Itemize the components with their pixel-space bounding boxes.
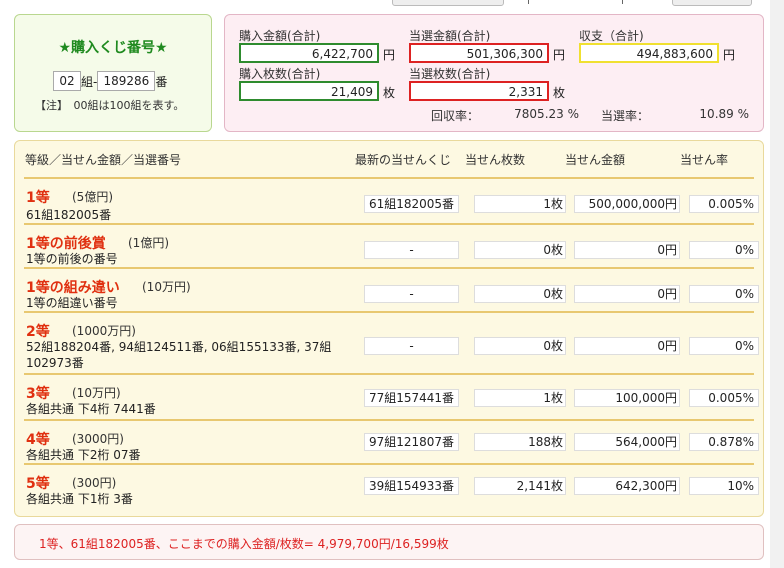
win-rate-label: 当選率：: [601, 109, 650, 123]
win-count: 1枚: [474, 195, 566, 213]
header-amount: 当せん金額: [565, 153, 626, 167]
win-rate: 0%: [689, 337, 759, 355]
prize-amount: (10万円): [72, 386, 121, 400]
latest-ticket: 97組121807番: [364, 433, 459, 451]
prize-amount: (5億円): [72, 190, 113, 204]
prize-name: 3等: [26, 386, 50, 402]
prize-amount: (1000万円): [72, 324, 136, 338]
prize-desc: 1等の前後の番号: [26, 252, 118, 266]
header-rate: 当せん率: [680, 153, 729, 167]
top-button-remnant[interactable]: [672, 0, 752, 6]
ticket-number-row: 02 組- 189286 番: [53, 70, 167, 92]
count-unit: 枚: [553, 86, 566, 100]
header-latest: 最新の当せんくじ: [355, 153, 452, 167]
prize-name: 2等: [26, 324, 50, 340]
win-count: 1枚: [474, 389, 566, 407]
prize-row-1-group-diff: 1等の組み違い (10万円) 1等の組違い番号 - 0枚 0円 0%: [24, 267, 759, 313]
prize-desc-line2: 102973番: [26, 356, 84, 370]
win-count: 188枚: [474, 433, 566, 451]
number-suffix: 番: [155, 74, 168, 89]
win-amount: 0円: [574, 337, 680, 355]
group-suffix: 組-: [81, 74, 98, 89]
latest-ticket: -: [364, 285, 459, 303]
prize-desc: 各組共通 下2桁 07番: [26, 448, 141, 462]
win-amount: 0円: [574, 285, 680, 303]
top-toolbar-remnant: [0, 0, 784, 8]
purchase-count-label: 購入枚数(合計): [239, 67, 321, 81]
group-input[interactable]: 02: [53, 71, 81, 91]
status-message: 1等、61組182005番、ここまでの購入金額/枚数= 4,979,700円/1…: [39, 537, 449, 551]
win-rate: 0.005%: [689, 195, 759, 213]
winning-count-field: 2,331: [409, 81, 549, 101]
return-rate-label: 回収率：: [431, 109, 480, 123]
prize-amount: (1億円): [128, 236, 169, 250]
ticket-note: 【注】 00組は100組を表す。: [35, 99, 185, 112]
prize-desc: 各組共通 下4桁 7441番: [26, 402, 156, 416]
winning-amount-field: 501,306,300: [409, 43, 549, 63]
return-rate-value: 7805.23 %: [514, 107, 579, 121]
count-unit: 枚: [383, 86, 396, 100]
prize-name: 1等の組み違い: [26, 280, 120, 296]
winning-amount-label: 当選金額(合計): [409, 29, 491, 43]
win-rate-value: 10.89 %: [699, 107, 749, 121]
prize-amount: (3000円): [72, 432, 124, 446]
purchase-amount-field: 6,422,700: [239, 43, 379, 63]
prize-name: 4等: [26, 432, 50, 448]
win-count: 2,141枚: [474, 477, 566, 495]
status-panel: 1等、61組182005番、ここまでの購入金額/枚数= 4,979,700円/1…: [14, 524, 764, 560]
prize-name: 5等: [26, 476, 50, 492]
win-rate: 0%: [689, 285, 759, 303]
latest-ticket: 77組157441番: [364, 389, 459, 407]
win-count: 0枚: [474, 241, 566, 259]
latest-ticket: -: [364, 241, 459, 259]
prize-name: 1等の前後賞: [26, 236, 106, 252]
latest-ticket: -: [364, 337, 459, 355]
purchase-count-field: 21,409: [239, 81, 379, 101]
prize-desc: 1等の組違い番号: [26, 296, 118, 310]
win-amount: 642,300円: [574, 477, 680, 495]
prize-table-panel: 等級／当せん金額／当選番号 最新の当せんくじ 当せん枚数 当せん金額 当せん率 …: [14, 140, 764, 517]
purchase-amount-label: 購入金額(合計): [239, 29, 321, 43]
win-rate: 0.005%: [689, 389, 759, 407]
win-amount: 100,000円: [574, 389, 680, 407]
totals-panel: 購入金額(合計) 6,422,700 円 当選金額(合計) 501,306,30…: [224, 14, 764, 132]
separator: [622, 0, 629, 4]
vertical-scrollbar[interactable]: [770, 0, 784, 568]
prize-amount: (300円): [72, 476, 117, 490]
winning-count-label: 当選枚数(合計): [409, 67, 491, 81]
prize-row-4: 4等 (3000円) 各組共通 下2桁 07番 97組121807番 188枚 …: [24, 419, 759, 465]
win-amount: 564,000円: [574, 433, 680, 451]
balance-label: 収支（合計): [579, 29, 644, 43]
win-rate: 0.878%: [689, 433, 759, 451]
top-button-remnant[interactable]: [392, 0, 504, 6]
win-count: 0枚: [474, 337, 566, 355]
ticket-number-panel: ★購入くじ番号★ 02 組- 189286 番 【注】 00組は100組を表す。: [14, 14, 212, 132]
prize-row-1-adjacent: 1等の前後賞 (1億円) 1等の前後の番号 - 0枚 0円 0%: [24, 223, 759, 269]
prize-row-3: 3等 (10万円) 各組共通 下4桁 7441番 77組157441番 1枚 1…: [24, 373, 759, 421]
win-amount: 0円: [574, 241, 680, 259]
number-input[interactable]: 189286: [97, 71, 156, 91]
prize-row-1: 1等 (5億円) 61組182005番 61組182005番 1枚 500,00…: [24, 177, 759, 225]
prize-row-2: 2等 (1000万円) 52組188204番, 94組124511番, 06組1…: [24, 311, 759, 375]
yen-unit: 円: [723, 48, 736, 62]
header-count: 当せん枚数: [465, 153, 526, 167]
prize-name: 1等: [26, 190, 50, 206]
win-rate: 10%: [689, 477, 759, 495]
prize-desc: 各組共通 下1桁 3番: [26, 492, 133, 506]
yen-unit: 円: [383, 48, 396, 62]
header-prize: 等級／当せん金額／当選番号: [25, 153, 182, 167]
yen-unit: 円: [553, 48, 566, 62]
win-count: 0枚: [474, 285, 566, 303]
prize-row-5: 5等 (300円) 各組共通 下1桁 3番 39組154933番 2,141枚 …: [24, 463, 759, 511]
balance-field: 494,883,600: [579, 43, 719, 63]
prize-desc: 61組182005番: [26, 208, 112, 222]
latest-ticket: 61組182005番: [364, 195, 459, 213]
separator: [528, 0, 535, 4]
prize-desc: 52組188204番, 94組124511番, 06組155133番, 37組: [26, 340, 332, 354]
win-amount: 500,000,000円: [574, 195, 680, 213]
prize-amount: (10万円): [142, 280, 191, 294]
ticket-title: ★購入くじ番号★: [58, 40, 168, 56]
win-rate: 0%: [689, 241, 759, 259]
latest-ticket: 39組154933番: [364, 477, 459, 495]
